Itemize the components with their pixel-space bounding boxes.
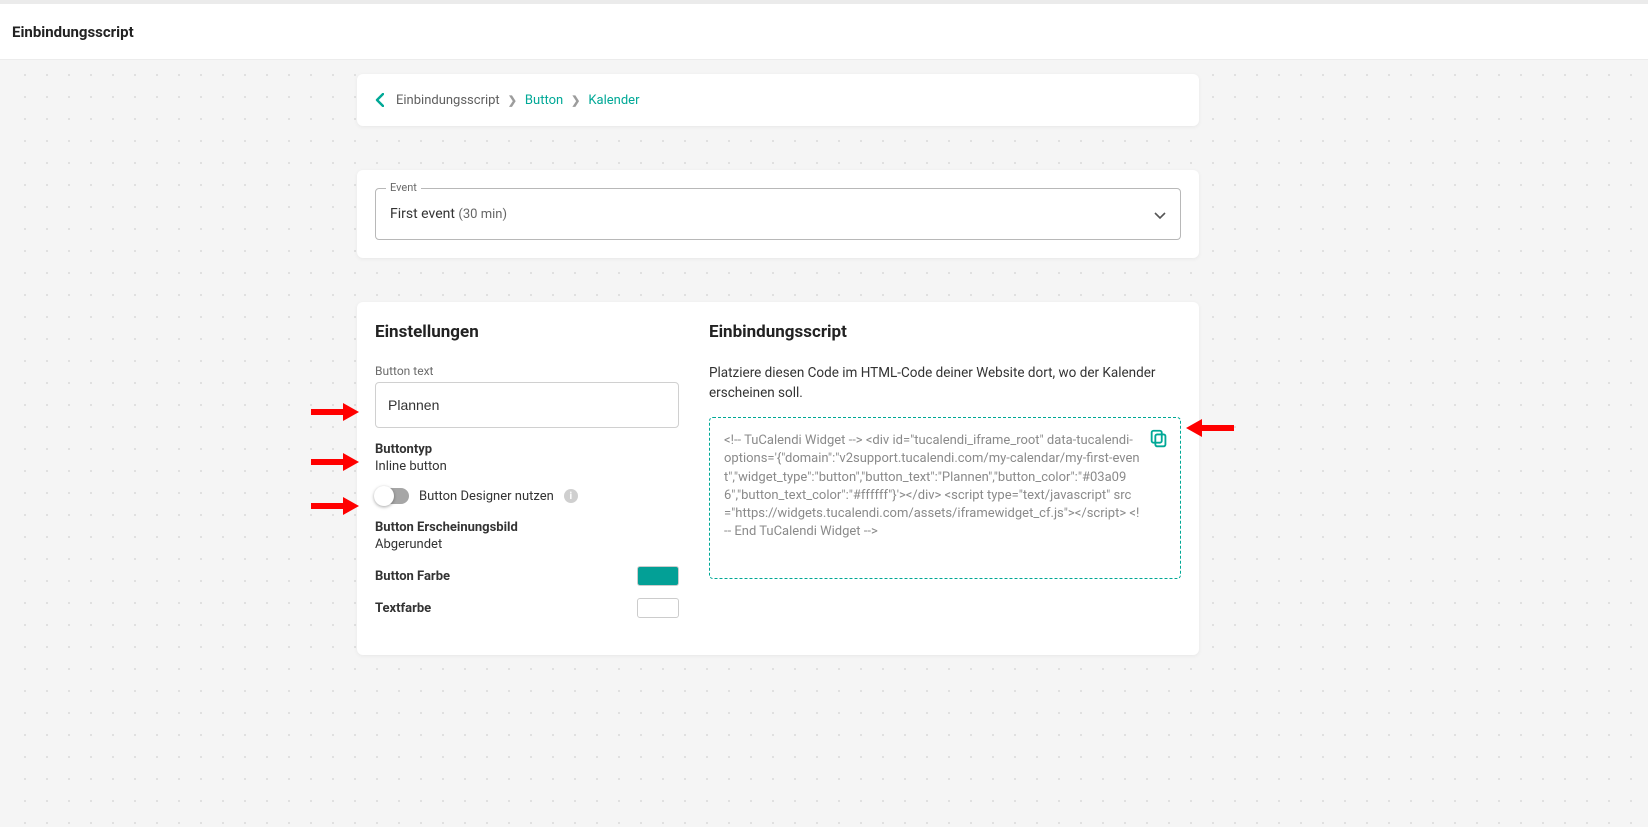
breadcrumb: Einbindungsscript ❯ Button ❯ Kalender [396, 93, 639, 108]
button-text-input[interactable] [375, 382, 679, 428]
event-select-value: First event (30 min) [390, 206, 507, 222]
designer-toggle[interactable] [375, 488, 409, 504]
event-select[interactable]: Event First event (30 min) [375, 188, 1181, 240]
button-text-label: Button text [375, 364, 679, 378]
breadcrumb-root: Einbindungsscript [396, 93, 500, 108]
back-button[interactable] [375, 93, 384, 107]
embed-column: Einbindungsscript Platziere diesen Code … [695, 322, 1181, 637]
settings-title: Einstellungen [375, 322, 679, 342]
breadcrumb-button[interactable]: Button [525, 93, 563, 108]
annotation-arrow [1186, 419, 1234, 437]
event-card: Event First event (30 min) [357, 170, 1199, 258]
annotation-arrow [311, 497, 359, 515]
breadcrumb-kalender[interactable]: Kalender [588, 93, 639, 108]
appearance-value: Abgerundet [375, 537, 679, 552]
embed-description: Platziere diesen Code im HTML-Code deine… [709, 364, 1181, 403]
embed-code-text: <!-- TuCalendi Widget --> <div id="tucal… [724, 433, 1140, 539]
button-color-label: Button Farbe [375, 569, 450, 584]
embed-title: Einbindungsscript [709, 322, 1181, 342]
event-select-label: Event [386, 181, 421, 194]
button-color-swatch[interactable] [637, 566, 679, 586]
copy-icon [1148, 428, 1170, 450]
text-color-swatch[interactable] [637, 598, 679, 618]
settings-column: Einstellungen Button text Buttontyp Inli… [375, 322, 695, 637]
copy-button[interactable] [1148, 428, 1170, 450]
breadcrumb-card: Einbindungsscript ❯ Button ❯ Kalender [357, 74, 1199, 126]
annotation-arrow [311, 403, 359, 421]
button-type-value: Inline button [375, 459, 679, 474]
chevron-right-icon: ❯ [571, 94, 580, 107]
page-header: Einbindungsscript [0, 4, 1648, 60]
annotation-arrow [311, 453, 359, 471]
chevron-right-icon: ❯ [508, 94, 517, 107]
embed-code-box[interactable]: <!-- TuCalendi Widget --> <div id="tucal… [709, 417, 1181, 579]
settings-card: Einstellungen Button text Buttontyp Inli… [357, 302, 1199, 655]
designer-toggle-label: Button Designer nutzen [419, 489, 554, 504]
caret-down-icon [1154, 205, 1166, 224]
text-color-label: Textfarbe [375, 601, 431, 616]
toggle-knob [374, 486, 394, 506]
chevron-left-icon [375, 93, 384, 107]
button-type-label: Buttontyp [375, 442, 679, 457]
appearance-label: Button Erscheinungsbild [375, 520, 679, 535]
info-icon[interactable]: i [564, 489, 578, 503]
page-title: Einbindungsscript [12, 23, 134, 41]
